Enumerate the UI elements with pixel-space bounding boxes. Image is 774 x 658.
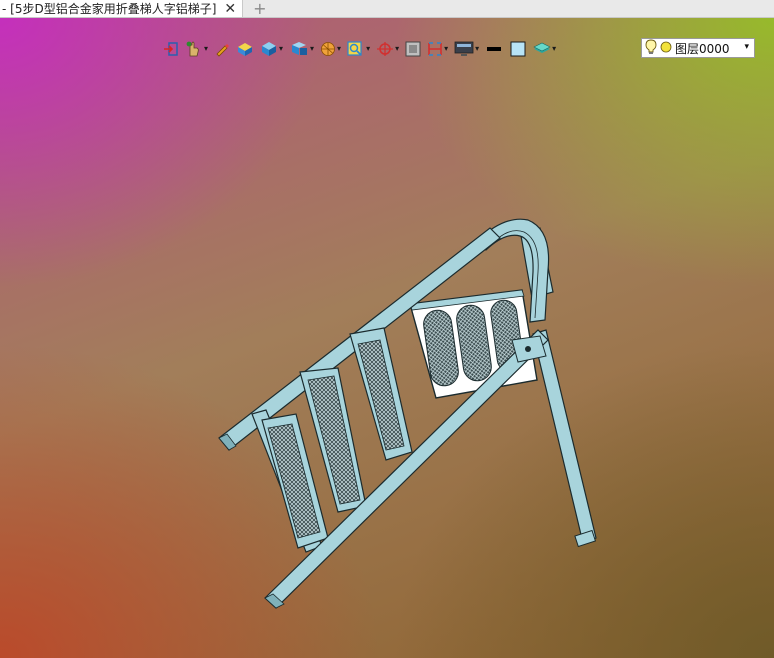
line-color-button[interactable] <box>482 38 506 60</box>
layers-icon <box>533 41 551 57</box>
render-style-button[interactable]: ▾ <box>317 38 344 60</box>
tab-bar: - [5步D型铝合金家用折叠梯人字铝梯子] ✕ + <box>0 0 774 18</box>
layer-dropdown[interactable]: 图层0000 ▾ <box>641 38 755 58</box>
standard-views-button[interactable]: ▾ <box>286 38 317 60</box>
view-cube-icon <box>260 41 278 57</box>
tab-title: - [5步D型铝合金家用折叠梯人字铝梯子] <box>2 2 217 16</box>
close-icon[interactable]: ✕ <box>224 2 236 16</box>
section-plane-icon <box>376 41 394 57</box>
chevron-down-icon: ▾ <box>395 44 400 53</box>
display-screen-icon <box>454 41 474 57</box>
ladder-model <box>218 218 597 609</box>
import-icon <box>163 41 179 57</box>
chevron-down-icon: ▾ <box>366 44 371 53</box>
line-color-icon <box>485 41 503 57</box>
chevron-down-icon: ▾ <box>310 44 315 53</box>
document-tab[interactable]: - [5步D型铝合金家用折叠梯人字铝梯子] ✕ <box>0 0 244 17</box>
display-button[interactable]: ▾ <box>451 38 482 60</box>
layer-on-icon[interactable] <box>660 41 672 56</box>
chevron-down-icon[interactable]: ▾ <box>744 42 749 52</box>
fit-view-button[interactable] <box>402 38 424 60</box>
layers-button[interactable]: ▾ <box>530 38 559 60</box>
light-bulb-icon[interactable] <box>645 39 657 58</box>
view-toolbar: ▾ ▾ ▾ ▾ ▾ ▾ ▾ ▾ ▾ <box>160 38 559 60</box>
chevron-down-icon: ▾ <box>552 44 557 53</box>
new-tab-button[interactable]: + <box>253 0 266 17</box>
chevron-down-icon: ▾ <box>337 44 342 53</box>
chevron-down-icon: ▾ <box>444 44 449 53</box>
render-style-icon <box>320 41 336 57</box>
fill-color-button[interactable] <box>506 38 530 60</box>
zoom-icon <box>347 41 365 57</box>
3d-viewport[interactable]: ▾ ▾ ▾ ▾ ▾ ▾ ▾ ▾ ▾ 图层0000 ▾ <box>0 18 774 658</box>
chevron-down-icon: ▾ <box>279 44 284 53</box>
zoom-button[interactable]: ▾ <box>344 38 373 60</box>
solid-shaded-icon <box>236 41 254 57</box>
chevron-down-icon: ▾ <box>204 44 209 53</box>
pencil-icon <box>214 41 230 57</box>
step-3 <box>349 327 413 461</box>
sketch-button[interactable] <box>211 38 233 60</box>
fill-color-icon <box>509 40 527 58</box>
section-plane-button[interactable]: ▾ <box>373 38 402 60</box>
layer-name: 图层0000 <box>675 41 730 56</box>
chevron-down-icon: ▾ <box>475 44 480 53</box>
rear-leg-left <box>532 329 597 548</box>
measure-icon <box>427 41 443 57</box>
hand-pointer-icon <box>185 40 203 58</box>
view-cube-button[interactable]: ▾ <box>257 38 286 60</box>
import-button[interactable] <box>160 38 182 60</box>
pan-tool-button[interactable]: ▾ <box>182 38 211 60</box>
measure-button[interactable]: ▾ <box>424 38 451 60</box>
shaded-mode-button[interactable] <box>233 38 257 60</box>
fit-view-icon <box>405 41 421 57</box>
standard-views-icon <box>289 41 309 57</box>
